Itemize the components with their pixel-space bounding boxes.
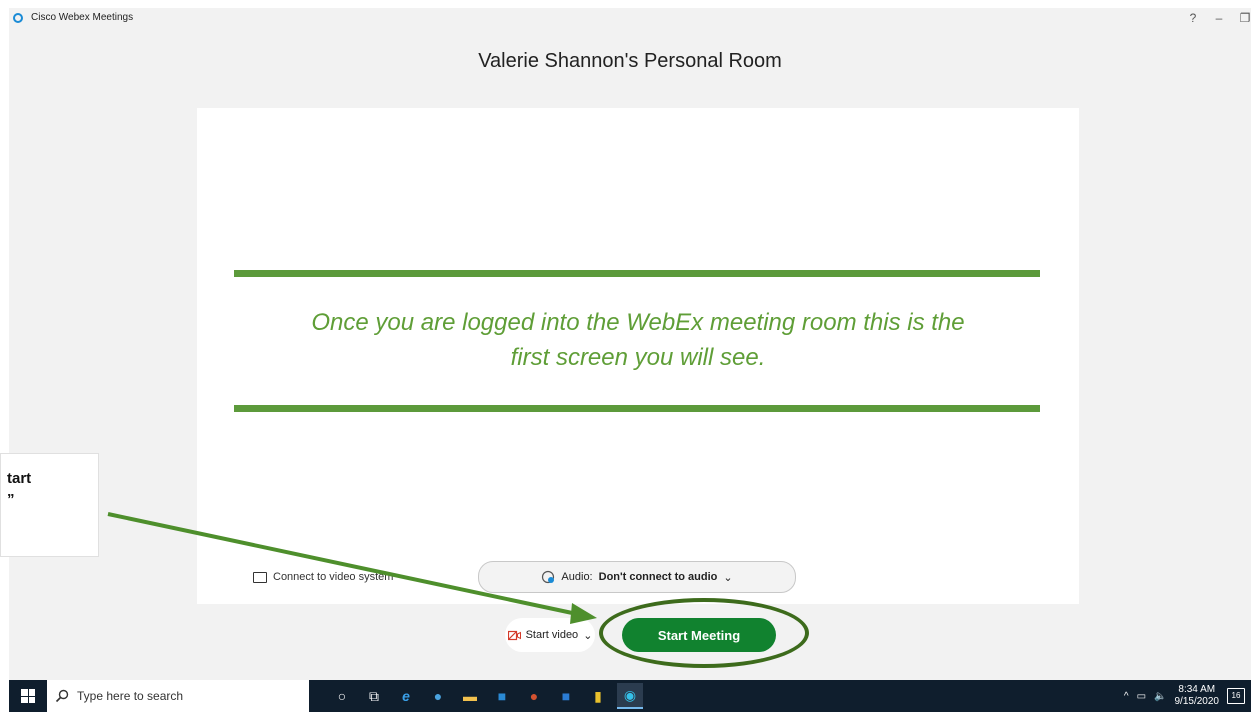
clock[interactable]: 8:34 AM 9/15/2020 — [1175, 684, 1220, 708]
caption-line-2: first screen you will see. — [510, 344, 766, 371]
help-icon[interactable]: ? — [1187, 11, 1199, 25]
audio-select[interactable]: Audio: Don't connect to audio ⌄ — [478, 561, 796, 593]
outlook-icon[interactable]: ■ — [489, 683, 515, 709]
video-preview: Once you are logged into the WebEx meeti… — [197, 108, 1079, 604]
audio-icon — [542, 570, 555, 584]
minimize-button[interactable]: – — [1213, 11, 1225, 25]
edge-icon[interactable]: e — [393, 683, 419, 709]
pinned-apps: ○ ⧉ e ● ▬ ■ ● ■ ▮ ◉ — [329, 680, 643, 712]
highlight-ring — [599, 598, 809, 668]
taskbar-search[interactable]: Type here to search — [47, 680, 309, 712]
task-view-icon[interactable]: ⧉ — [361, 683, 387, 709]
start-video-label: Start video — [525, 629, 579, 641]
volume-icon[interactable]: 🔈 — [1154, 691, 1166, 702]
app-title: Cisco Webex Meetings — [31, 12, 134, 23]
windows-taskbar: Type here to search ○ ⧉ e ● ▬ ■ ● ■ ▮ ◉ … — [9, 680, 1251, 712]
annotation-callout: tart ” — [0, 453, 99, 557]
chevron-down-icon: ⌄ — [723, 571, 733, 584]
caption-rule-top — [234, 270, 1040, 277]
search-icon — [55, 689, 69, 703]
start-button[interactable] — [9, 680, 47, 712]
chrome-icon[interactable]: ● — [425, 683, 451, 709]
video-off-icon — [507, 630, 521, 640]
word-icon[interactable]: ■ — [553, 683, 579, 709]
callout-line-1: tart — [7, 470, 32, 487]
caption-rule-bottom — [234, 405, 1040, 412]
system-tray: ^ ▭ 🔈 8:34 AM 9/15/2020 16 — [1124, 680, 1245, 712]
window-controls: ? – ❐ — [1187, 10, 1251, 26]
powerpoint-icon[interactable]: ● — [521, 683, 547, 709]
start-video-button[interactable]: Start video ⌄ — [505, 618, 595, 652]
clock-time: 8:34 AM — [1178, 684, 1216, 695]
webex-logo-icon — [13, 13, 23, 23]
network-icon[interactable]: ▭ — [1137, 691, 1146, 702]
title-bar: Cisco Webex Meetings ? – ❐ — [9, 8, 1251, 30]
connect-video-system-button[interactable]: Connect to video system — [253, 571, 393, 583]
instruction-caption: Once you are logged into the WebEx meeti… — [227, 305, 1049, 375]
notification-center-icon[interactable]: 16 — [1227, 688, 1245, 704]
audio-prefix: Audio: — [561, 571, 593, 583]
connect-video-label: Connect to video system — [273, 571, 394, 583]
webex-taskbar-icon[interactable]: ◉ — [617, 683, 643, 709]
audio-value: Don't connect to audio — [598, 571, 718, 583]
chevron-down-icon[interactable]: ⌄ — [583, 629, 592, 642]
file-explorer-icon[interactable]: ▬ — [457, 683, 483, 709]
cast-icon — [253, 571, 267, 583]
chevron-up-icon[interactable]: ^ — [1124, 691, 1129, 702]
room-title: Valerie Shannon's Personal Room — [478, 50, 782, 72]
clock-date: 9/15/2020 — [1174, 696, 1220, 707]
windows-logo-icon — [21, 689, 35, 703]
cortana-icon[interactable]: ○ — [329, 683, 355, 709]
callout-line-2: ” — [7, 491, 15, 508]
caption-line-1: Once you are logged into the WebEx meeti… — [311, 309, 965, 336]
restore-button[interactable]: ❐ — [1239, 11, 1251, 25]
search-placeholder: Type here to search — [77, 689, 184, 703]
webex-window: Cisco Webex Meetings ? – ❐ Valerie Shann… — [9, 8, 1251, 680]
sticky-notes-icon[interactable]: ▮ — [585, 683, 611, 709]
